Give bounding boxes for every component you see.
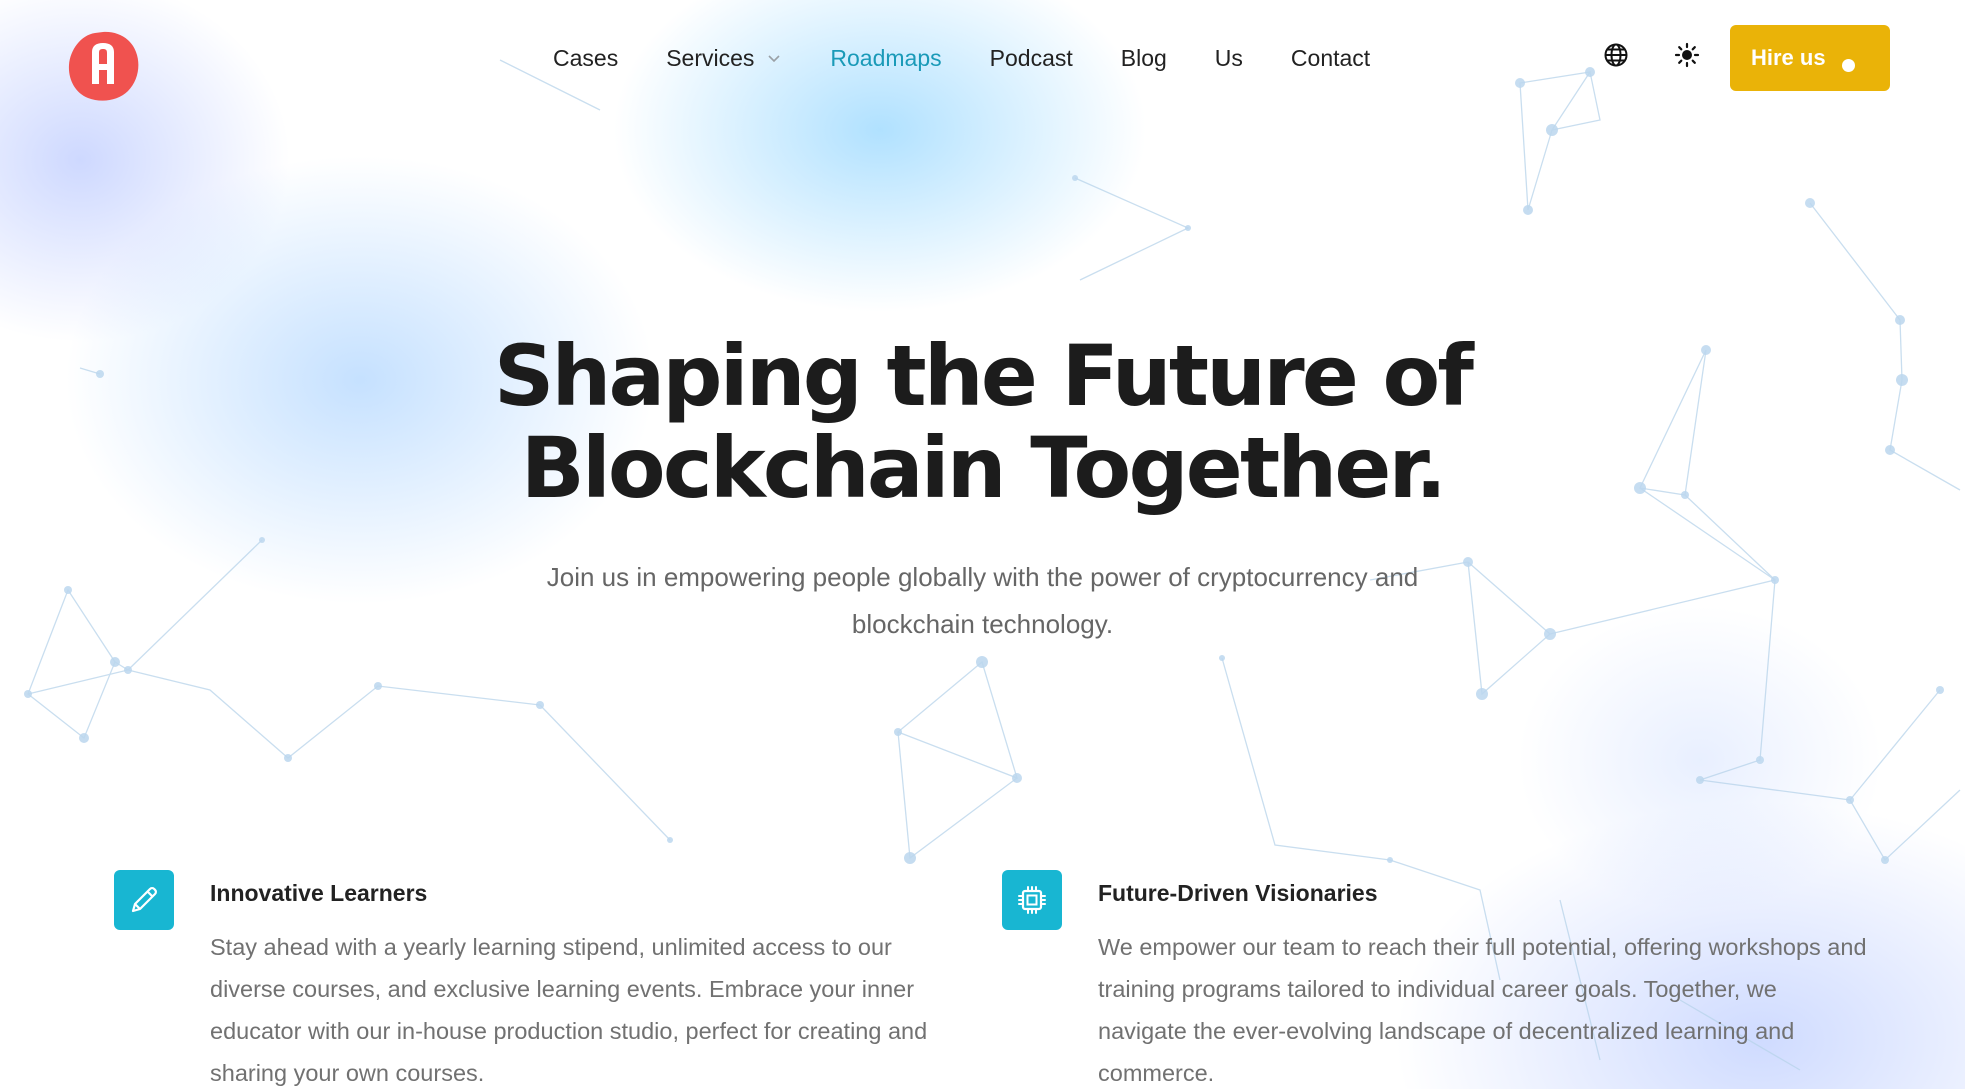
status-dot (1842, 59, 1855, 72)
nav-label: Blog (1120, 44, 1167, 71)
nav-label: Contact (1290, 44, 1371, 71)
hero-title-line-2: Blockchain Together. (520, 419, 1447, 517)
feature-description: We empower our team to reach their full … (1098, 934, 1867, 1086)
feature-title: Future-Driven Visionaries (1098, 880, 1378, 906)
site-header: Cases Services Roadmaps Podcast Blog Us … (0, 0, 1965, 115)
nav-label: Us (1214, 44, 1243, 71)
nav-label: Podcast (989, 44, 1073, 71)
sun-icon[interactable] (1672, 40, 1702, 70)
hero-section: Shaping the Future of Blockchain Togethe… (0, 330, 1965, 648)
feature-description: Stay ahead with a yearly learning stipen… (210, 934, 928, 1086)
hero-title-line-1: Shaping the Future of (493, 327, 1474, 425)
hero-subtitle: Join us in empowering people globally wi… (546, 562, 1419, 639)
cpu-chip-icon (1002, 870, 1062, 930)
hire-us-button[interactable]: Hire us (1730, 25, 1890, 91)
nav-item-services[interactable]: Services (666, 45, 782, 72)
nav-label: Services (666, 44, 755, 71)
logo-icon[interactable] (65, 28, 141, 104)
hero-title: Shaping the Future of Blockchain Togethe… (0, 330, 1965, 514)
nav-item-roadmaps[interactable]: Roadmaps (830, 45, 941, 72)
chevron-down-icon (768, 55, 780, 63)
nav-item-podcast[interactable]: Podcast (990, 45, 1073, 72)
nav-item-cases[interactable]: Cases (553, 45, 618, 72)
hire-us-label: Hire us (1751, 45, 1826, 70)
nav-item-blog[interactable]: Blog (1121, 45, 1167, 72)
nav-label: Roadmaps (830, 44, 942, 71)
nav-label: Cases (553, 44, 619, 71)
nav-item-contact[interactable]: Contact (1291, 45, 1370, 72)
feature-title: Innovative Learners (210, 880, 428, 906)
globe-icon[interactable] (1601, 40, 1631, 70)
main-navigation: Cases Services Roadmaps Podcast Blog Us … (553, 40, 1370, 76)
nav-item-us[interactable]: Us (1215, 45, 1243, 72)
pencil-icon (114, 870, 174, 930)
